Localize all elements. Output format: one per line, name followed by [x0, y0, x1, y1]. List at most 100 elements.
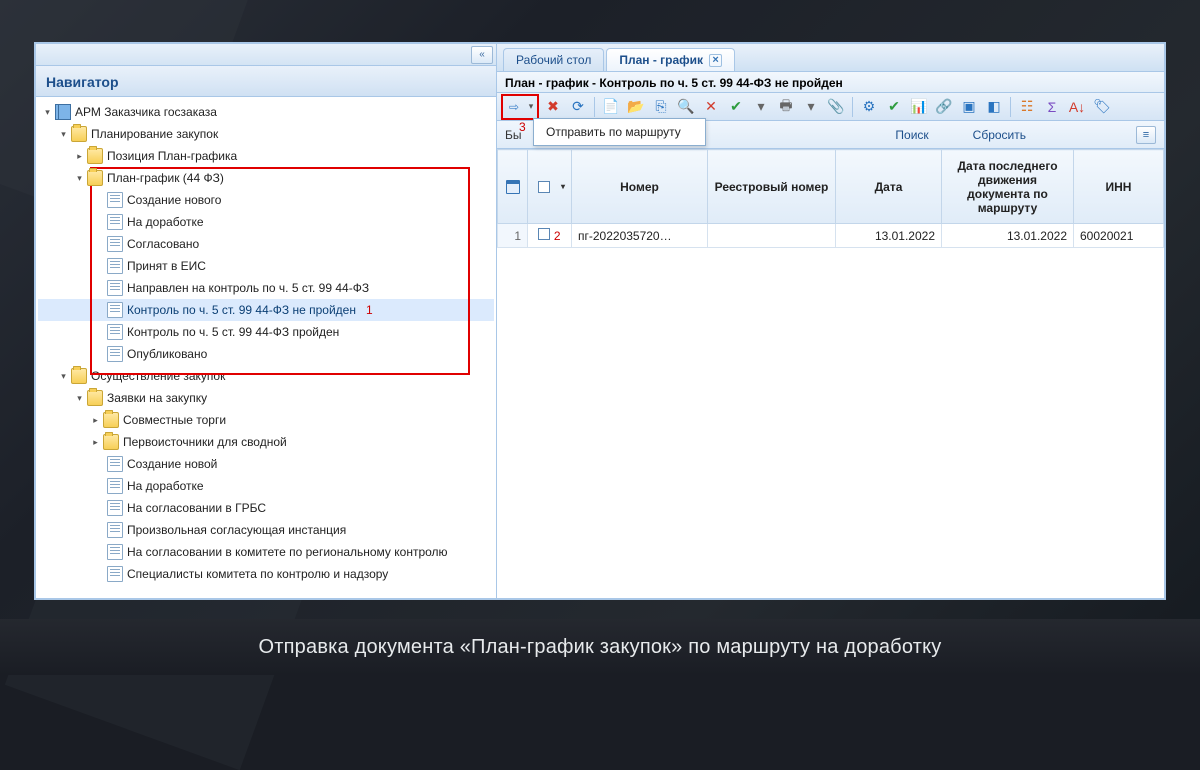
box-icon[interactable]: ▣	[958, 96, 980, 118]
tab-plan-grafik[interactable]: План - график ×	[606, 48, 735, 71]
expander-icon[interactable]: ▸	[74, 151, 85, 162]
page-icon	[107, 280, 123, 296]
confirm-icon[interactable]: ✔	[883, 96, 905, 118]
tree-sub-item[interactable]: ·На согласовании в комитете по региональ…	[38, 541, 494, 563]
close-icon[interactable]: ×	[709, 54, 722, 67]
tree-planning[interactable]: ▾ Планирование закупок	[38, 123, 494, 145]
header-checkbox[interactable]: ▾	[528, 150, 572, 224]
remove-icon[interactable]: ✕	[700, 96, 722, 118]
folder-icon	[87, 170, 103, 186]
open-icon[interactable]: 📂	[625, 96, 647, 118]
menu-send-route[interactable]: Отправить по маршруту	[534, 119, 705, 145]
tree-position[interactable]: ▸ Позиция План-графика	[38, 145, 494, 167]
table-row[interactable]: 1 2 пг-2022035720… 13.01.2022 13.01.2022…	[498, 224, 1164, 248]
tree-sub-item[interactable]: ·Специалисты комитета по контролю и надз…	[38, 563, 494, 585]
tree-joint[interactable]: ▸ Совместные торги	[38, 409, 494, 431]
tree-sub-item[interactable]: ·Произвольная согласующая инстанция	[38, 519, 494, 541]
route-button[interactable]: ⇨ ▾	[503, 96, 537, 118]
tab-desktop[interactable]: Рабочий стол	[503, 48, 604, 71]
tag-icon[interactable]: 🏷	[1091, 96, 1113, 118]
grid-table: ▾ Номер Реестровый номер Дата Дата после…	[497, 149, 1164, 248]
chevron-down-icon[interactable]: ▾	[525, 96, 537, 118]
navigator-title: Навигатор	[36, 66, 496, 97]
sigma-icon[interactable]: Σ	[1041, 96, 1063, 118]
dropdown-icon[interactable]: ▾	[750, 96, 772, 118]
tree-icon[interactable]: ☷	[1016, 96, 1038, 118]
view-icon[interactable]: 🔍	[675, 96, 697, 118]
tree-label: Заявки на закупку	[107, 391, 207, 405]
tree-label: Первоисточники для сводной	[123, 435, 287, 449]
approve-icon[interactable]: ✔	[725, 96, 747, 118]
tree-label: Создание новой	[127, 457, 217, 471]
header-inn[interactable]: ИНН	[1074, 150, 1164, 224]
folder-icon	[87, 390, 103, 406]
dropdown-icon[interactable]: ▾	[800, 96, 822, 118]
document-subtitle: План - график - Контроль по ч. 5 ст. 99 …	[497, 72, 1164, 93]
page-icon	[107, 302, 123, 318]
page-icon	[107, 478, 123, 494]
expander-icon[interactable]: ▾	[58, 371, 69, 382]
header-rownum[interactable]	[498, 150, 528, 224]
header-registry[interactable]: Реестровый номер	[708, 150, 836, 224]
attach-icon[interactable]: 📎	[825, 96, 847, 118]
tree-requests[interactable]: ▾ Заявки на закупку	[38, 387, 494, 409]
expander-icon[interactable]: ▾	[58, 129, 69, 140]
checkbox-icon[interactable]	[538, 228, 550, 240]
tree-label: Специалисты комитета по контролю и надзо…	[127, 567, 388, 581]
tree-sub-item[interactable]: ·На доработке	[38, 475, 494, 497]
route-icon: ⇨	[503, 96, 525, 118]
row-checkbox-cell[interactable]: 2	[528, 224, 572, 248]
caption-text: Отправка документа «План-график закупок»…	[259, 636, 942, 659]
tab-bar: Рабочий стол План - график ×	[497, 44, 1164, 72]
page-icon	[107, 544, 123, 560]
tree-root[interactable]: ▾ АРМ Заказчика госзаказа	[38, 101, 494, 123]
page-icon	[107, 192, 123, 208]
tree-sources[interactable]: ▸ Первоисточники для сводной	[38, 431, 494, 453]
search-button[interactable]: Поиск	[895, 128, 928, 142]
header-number[interactable]: Номер	[572, 150, 708, 224]
page-icon	[107, 236, 123, 252]
new-doc-icon[interactable]: 📄	[600, 96, 622, 118]
page-icon	[107, 522, 123, 538]
chart-icon[interactable]: 📊	[908, 96, 930, 118]
expander-icon[interactable]: ▸	[90, 415, 101, 426]
tree-sub-item[interactable]: ·Создание новой	[38, 453, 494, 475]
grid-header-row: ▾ Номер Реестровый номер Дата Дата после…	[498, 150, 1164, 224]
tree-label: Совместные торги	[123, 413, 226, 427]
settings-icon[interactable]: ⚙	[858, 96, 880, 118]
navigator-panel: « Навигатор ▾ АРМ Заказчика госзаказа ▾ …	[36, 44, 497, 598]
reset-button[interactable]: Сбросить	[973, 128, 1026, 142]
page-icon	[107, 258, 123, 274]
delete-icon[interactable]: ✖	[542, 96, 564, 118]
nav-collapse-button[interactable]: «	[471, 46, 493, 64]
header-lastdate[interactable]: Дата последнего движения документа по ма…	[942, 150, 1074, 224]
page-icon	[107, 456, 123, 472]
tree-label: На согласовании в комитете по региональн…	[127, 545, 448, 559]
header-date[interactable]: Дата	[836, 150, 942, 224]
copy-icon[interactable]: ⎘	[650, 96, 672, 118]
chevron-down-icon[interactable]: ▾	[561, 182, 565, 191]
expander-icon[interactable]: ▸	[90, 437, 101, 448]
expander-icon[interactable]: ▾	[74, 173, 85, 184]
caption: Отправка документа «План-график закупок»…	[0, 619, 1200, 675]
print-icon[interactable]: 🖶	[775, 96, 797, 118]
tree-label: На доработке	[127, 479, 204, 493]
navigator-tree: ▾ АРМ Заказчика госзаказа ▾ Планирование…	[36, 97, 496, 598]
window-icon[interactable]: ◧	[983, 96, 1005, 118]
refresh-icon[interactable]: ⟳	[567, 96, 589, 118]
expander-icon[interactable]: ▾	[42, 107, 53, 118]
page-icon	[107, 500, 123, 516]
sort-icon[interactable]: A↓	[1066, 96, 1088, 118]
link-icon[interactable]: 🔗	[933, 96, 955, 118]
toolbar: ⇨ ▾ ✖ ⟳ 📄 📂 ⎘ 🔍 ✕ ✔ ▾ 🖶 ▾ 📎 ⚙ ✔ 📊 🔗 ▣ ◧	[497, 93, 1164, 121]
page-icon	[107, 324, 123, 340]
checkbox-icon[interactable]	[538, 181, 550, 193]
cell-number: пг-2022035720…	[572, 224, 708, 248]
tree-sub-item[interactable]: ·На согласовании в ГРБС	[38, 497, 494, 519]
tree-label: На согласовании в ГРБС	[127, 501, 266, 515]
tab-label: План - график	[619, 53, 703, 67]
filter-menu-icon[interactable]: ≡	[1136, 126, 1156, 144]
cell-inn: 60020021	[1074, 224, 1164, 248]
tree-label: Планирование закупок	[91, 127, 218, 141]
expander-icon[interactable]: ▾	[74, 393, 85, 404]
